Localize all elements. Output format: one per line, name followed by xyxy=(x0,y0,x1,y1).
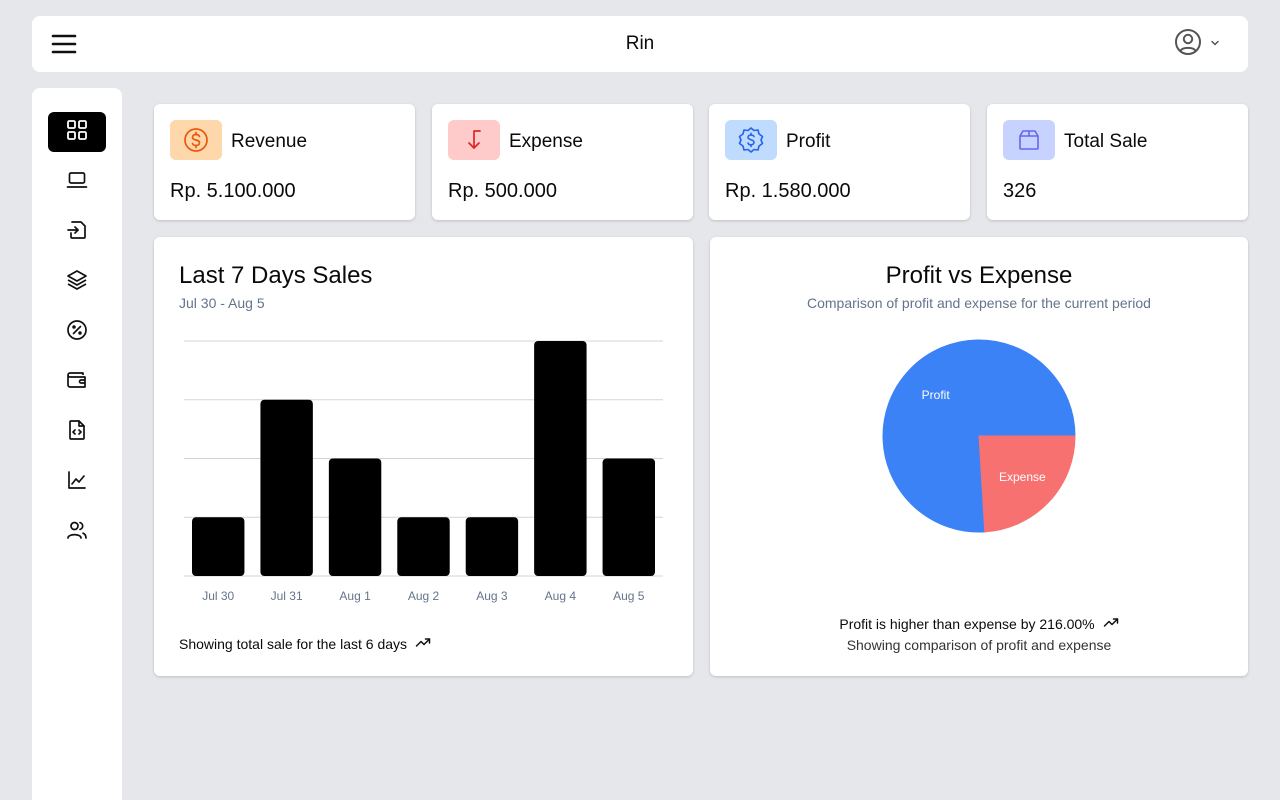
stat-label: Expense xyxy=(509,131,583,152)
sales-chart-subtitle: Jul 30 - Aug 5 xyxy=(179,295,265,311)
pie-footer-sub: Showing comparison of profit and expense xyxy=(846,637,1112,653)
layers-icon xyxy=(66,269,88,296)
grid-icon xyxy=(66,119,88,146)
pie-chart-subtitle: Comparison of profit and expense for the… xyxy=(807,295,1151,311)
profit-card: Profit Rp. 1.580.000 xyxy=(709,104,970,220)
stat-label: Total Sale xyxy=(1064,131,1148,152)
chevron-down-icon xyxy=(1210,35,1220,53)
sales-chart-title: Last 7 Days Sales xyxy=(179,262,373,289)
bar[interactable] xyxy=(192,517,245,576)
sales-bar-chart: Jul 30 Jul 31 Aug 1 Aug 2 Aug 3 Aug 4 Aug 5 xyxy=(184,340,663,603)
line-chart-icon xyxy=(66,469,88,496)
pie-slice-label: Profit xyxy=(922,388,951,402)
wallet-icon xyxy=(66,369,88,396)
pie-slice-label: Expense xyxy=(999,470,1046,484)
x-tick-label: Aug 4 xyxy=(545,589,577,603)
stat-value: 326 xyxy=(1003,180,1037,202)
profit-expense-pie-chart: Profit Expense xyxy=(882,339,1076,533)
arrow-down-left-icon xyxy=(448,120,500,160)
x-tick-label: Jul 30 xyxy=(202,589,234,603)
trending-up-icon xyxy=(415,634,431,653)
sales-footer-text: Showing total sale for the last 6 days xyxy=(179,635,408,652)
bar[interactable] xyxy=(465,517,519,576)
stat-value: Rp. 1.580.000 xyxy=(725,180,851,202)
sidebar-item-products[interactable] xyxy=(48,162,106,202)
stat-value: Rp. 500.000 xyxy=(448,180,557,202)
sidebar-item-categories[interactable] xyxy=(48,262,106,302)
pie-chart-title: Profit vs Expense xyxy=(885,262,1073,289)
stat-label: Profit xyxy=(786,131,831,152)
bar[interactable] xyxy=(260,399,313,576)
sales-chart-card: Last 7 Days Sales Jul 30 - Aug 5 Jul 30 J… xyxy=(154,237,693,676)
expense-card: Expense Rp. 500.000 xyxy=(432,104,693,220)
sidebar xyxy=(32,88,122,800)
stat-value: Rp. 5.100.000 xyxy=(170,180,296,202)
x-tick-label: Jul 31 xyxy=(271,589,303,603)
user-menu-button[interactable] xyxy=(1174,28,1220,61)
revenue-card: Revenue Rp. 5.100.000 xyxy=(154,104,415,220)
dollar-badge-icon xyxy=(725,120,777,160)
sidebar-item-wallet[interactable] xyxy=(48,362,106,402)
x-tick-label: Aug 5 xyxy=(613,589,645,603)
file-import-icon xyxy=(66,219,88,246)
pie-chart-footer: Profit is higher than expense by 216.00% xyxy=(710,614,1248,633)
box-icon xyxy=(1003,120,1055,160)
bar[interactable] xyxy=(397,517,450,576)
percent-badge-icon xyxy=(66,319,88,346)
bar[interactable] xyxy=(602,458,655,577)
sidebar-item-reports[interactable] xyxy=(48,412,106,452)
x-tick-label: Aug 2 xyxy=(408,589,440,603)
pie-footer-main: Profit is higher than expense by 216.00% xyxy=(839,615,1095,632)
laptop-icon xyxy=(66,169,88,196)
top-bar: Rin xyxy=(32,16,1248,72)
file-code-icon xyxy=(66,419,88,446)
x-tick-label: Aug 3 xyxy=(476,589,508,603)
total-sale-card: Total Sale 326 xyxy=(987,104,1248,220)
sidebar-item-transactions[interactable] xyxy=(48,212,106,252)
bar[interactable] xyxy=(534,341,587,576)
dollar-coin-icon xyxy=(170,120,222,160)
profit-expense-card: Profit vs Expense Comparison of profit a… xyxy=(710,237,1248,676)
sidebar-item-analytics[interactable] xyxy=(48,462,106,502)
bar[interactable] xyxy=(328,458,382,577)
app-title: Rin xyxy=(625,33,655,54)
users-icon xyxy=(66,519,88,546)
pie-slice-expense[interactable] xyxy=(978,435,1076,533)
sidebar-item-users[interactable] xyxy=(48,512,106,552)
sidebar-item-discounts[interactable] xyxy=(48,312,106,352)
user-circle-icon xyxy=(1174,28,1202,61)
sidebar-item-dashboard[interactable] xyxy=(48,112,106,152)
x-tick-label: Aug 1 xyxy=(339,589,371,603)
sales-chart-footer: Showing total sale for the last 6 days xyxy=(179,634,431,653)
trending-up-icon xyxy=(1103,614,1119,633)
stat-label: Revenue xyxy=(231,131,308,152)
